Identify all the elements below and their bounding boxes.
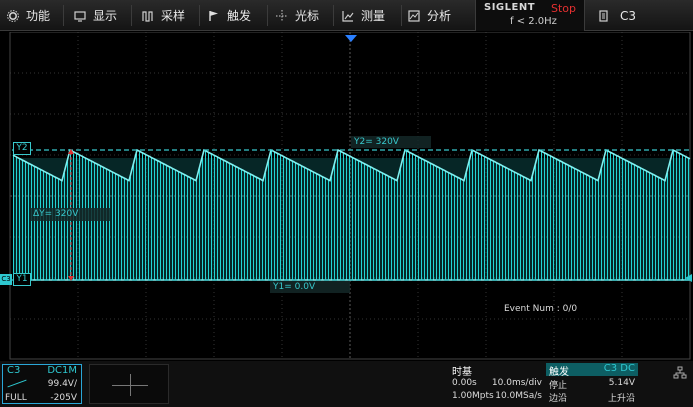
acquire-icon: [141, 9, 155, 23]
display-icon: [73, 9, 87, 23]
channel-icon: [596, 9, 610, 23]
menu-trigger[interactable]: 触发: [207, 0, 251, 31]
channel-bandwidth: FULL: [5, 393, 27, 403]
active-channel-indicator[interactable]: C3: [596, 0, 636, 31]
menu-separator: [267, 5, 268, 26]
menu-display-label: 显示: [93, 9, 118, 23]
timebase-delay: 0.00s: [452, 378, 477, 388]
trigger-position-marker[interactable]: [345, 35, 357, 42]
gear-icon: [6, 9, 20, 23]
trigger-frequency: f < 2.0Hz: [510, 16, 557, 27]
menu-display[interactable]: 显示: [73, 0, 117, 31]
status-bar: C3 DC1M 99.4V/ FULL -205V 时基 0.00s 10.0m…: [0, 361, 693, 407]
cursor-y1-value: Y1= 0.0V: [270, 281, 350, 293]
trigger-type: 边沿: [549, 394, 568, 404]
timebase-title: 时基: [452, 367, 472, 378]
channel-c3-trace: [12, 148, 691, 281]
menu-trigger-label: 触发: [227, 9, 252, 23]
menu-measure-label: 测量: [361, 9, 386, 23]
menu-cursor[interactable]: 光标: [275, 0, 319, 31]
menu-analysis-label: 分析: [427, 9, 452, 23]
menu-cursor-label: 光标: [295, 9, 320, 23]
menu-acquire-label: 采样: [161, 9, 186, 23]
trigger-slope: 上升沿: [607, 394, 635, 404]
menu-analysis[interactable]: 分析: [407, 0, 451, 31]
menu-function-label: 功能: [26, 9, 51, 23]
trigger-source: C3 DC: [603, 363, 635, 374]
trigger-panel[interactable]: 触发 C3 DC 停止 5.14V 边沿 上升沿: [546, 363, 638, 405]
cursor-icon: [275, 9, 289, 23]
menu-separator: [199, 5, 200, 26]
menu-separator: [333, 5, 334, 26]
run-status: Stop: [551, 2, 577, 15]
event-counter: Event Num : 0/0: [504, 304, 578, 314]
channel-name: C3: [7, 365, 21, 376]
channel-coupling: DC1M: [47, 365, 77, 376]
trigger-level: 5.14V: [608, 378, 635, 388]
cursor-y2-tag[interactable]: Y2: [13, 142, 31, 155]
trigger-state: 停止: [549, 381, 568, 391]
trigger-title: 触发: [549, 367, 569, 378]
memory-depth: 1.00Mpts: [452, 391, 494, 401]
waveform-display[interactable]: Y2 Y1 C3 Y2= 320V Y1= 0.0V ΔY= 320V Even…: [0, 32, 693, 360]
menu-function[interactable]: 功能: [6, 0, 50, 31]
menu-acquire[interactable]: 采样: [141, 0, 185, 31]
channel-c3-panel[interactable]: C3 DC1M 99.4V/ FULL -205V: [2, 364, 82, 404]
add-icon: [130, 374, 131, 396]
timebase-panel[interactable]: 时基 0.00s 10.0ms/div 1.00Mpts 10.0MSa/s: [448, 363, 544, 405]
analysis-icon: [407, 9, 421, 23]
menu-bar: 功能 显示 采样 触发 光标 测量 分析 SIGLENT Stop f < 2.…: [0, 0, 693, 31]
menu-separator: [63, 5, 64, 26]
cursor-y2-value: Y2= 320V: [351, 136, 431, 148]
channel-probe-icon: [7, 379, 27, 388]
add-channel-button[interactable]: [89, 364, 169, 404]
menu-separator: [131, 5, 132, 26]
menu-measure[interactable]: 测量: [341, 0, 385, 31]
menu-separator: [401, 5, 402, 26]
network-icon[interactable]: [673, 365, 687, 379]
brand-logo: SIGLENT: [484, 2, 536, 13]
timebase-scale: 10.0ms/div: [491, 378, 542, 388]
waveform-canvas: [9, 32, 692, 360]
delta-y-value: ΔY= 320V: [30, 208, 110, 221]
status-panel[interactable]: SIGLENT Stop f < 2.0Hz: [475, 0, 585, 31]
channel-scale: 99.4V/: [47, 379, 77, 389]
sample-rate: 10.0MSa/s: [495, 391, 542, 401]
channel-c3-offset-marker[interactable]: C3: [0, 274, 12, 285]
cursor-y1-tag[interactable]: Y1: [13, 273, 31, 286]
channel-offset: -205V: [50, 393, 77, 403]
measure-icon: [341, 9, 355, 23]
active-channel-label: C3: [620, 8, 637, 23]
trigger-flag-icon: [207, 9, 221, 23]
